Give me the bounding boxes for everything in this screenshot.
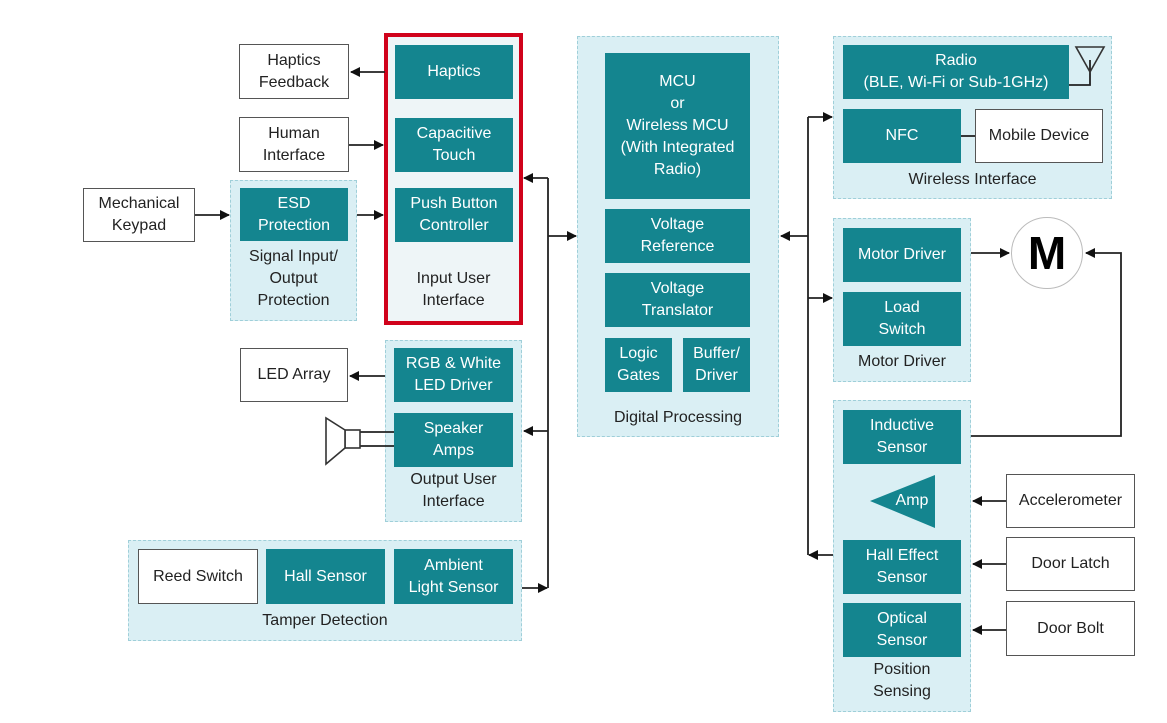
haptics-feedback-box: Haptics Feedback <box>239 44 349 99</box>
speaker-icon <box>325 416 361 466</box>
inductive-sensor-label: Inductive Sensor <box>869 417 935 456</box>
digital-processing-label: Digital Processing <box>613 409 743 426</box>
output-user-interface-label: Output User Interface <box>410 471 497 510</box>
led-driver-block: RGB & White LED Driver <box>394 348 513 402</box>
reed-switch-label: Reed Switch <box>153 567 243 585</box>
load-switch-label: Load Switch <box>878 299 926 338</box>
speaker-amps-block: Speaker Amps <box>394 413 513 467</box>
tamper-detection-label: Tamper Detection <box>262 612 388 629</box>
haptics-label: Haptics <box>427 63 481 80</box>
mcu-label: MCU or Wireless MCU (With Integrated Rad… <box>620 73 735 178</box>
mechanical-keypad-label: Mechanical Keypad <box>98 195 180 234</box>
led-array-box: LED Array <box>240 348 348 402</box>
ambient-light-sensor-label: Ambient Light Sensor <box>408 556 499 596</box>
mobile-device-label: Mobile Device <box>988 127 1090 144</box>
mobile-device-box: Mobile Device <box>975 109 1103 163</box>
voltage-reference-label: Voltage Reference <box>640 216 715 255</box>
block-diagram: Haptics Feedback Human Interface Mechani… <box>0 0 1167 723</box>
buffer-driver-label: Buffer/ Driver <box>693 345 740 384</box>
logic-gates-label: Logic Gates <box>617 345 660 384</box>
hall-sensor-label: Hall Sensor <box>284 567 367 585</box>
ambient-light-sensor-block: Ambient Light Sensor <box>394 549 513 604</box>
door-latch-label: Door Latch <box>1031 555 1110 572</box>
motor-driver-block: Motor Driver <box>843 228 961 282</box>
optical-sensor-label: Optical Sensor <box>876 610 928 649</box>
input-user-interface-label: Input User Interface <box>416 270 491 309</box>
haptics-block: Haptics <box>395 45 513 99</box>
human-interface-label: Human Interface <box>262 124 326 164</box>
hall-effect-sensor-block: Hall Effect Sensor <box>843 540 961 594</box>
buffer-driver-block: Buffer/ Driver <box>683 338 750 392</box>
accelerometer-box: Accelerometer <box>1006 474 1135 528</box>
esd-protection-block: ESD Protection <box>240 188 348 241</box>
load-switch-block: Load Switch <box>843 292 961 346</box>
logic-gates-block: Logic Gates <box>605 338 672 392</box>
motor-driver-block-label: Motor Driver <box>857 246 946 263</box>
nfc-label: NFC <box>885 127 919 144</box>
capacitive-touch-label: Capacitive Touch <box>416 125 492 164</box>
door-bolt-box: Door Bolt <box>1006 601 1135 656</box>
voltage-translator-block: Voltage Translator <box>605 273 750 327</box>
wireless-interface-label: Wireless Interface <box>908 171 1037 188</box>
speaker-amps-label: Speaker Amps <box>423 420 484 459</box>
mcu-block: MCU or Wireless MCU (With Integrated Rad… <box>605 53 750 199</box>
esd-protection-label: ESD Protection <box>257 194 331 234</box>
nfc-block: NFC <box>843 109 961 163</box>
position-sensing-label: Position Sensing <box>873 661 931 700</box>
led-array-label: LED Array <box>257 366 331 383</box>
radio-label: Radio (BLE, Wi-Fi or Sub-1GHz) <box>863 52 1049 91</box>
haptics-feedback-label: Haptics Feedback <box>258 51 330 91</box>
hall-sensor-block: Hall Sensor <box>266 549 385 604</box>
mechanical-keypad-box: Mechanical Keypad <box>83 188 195 242</box>
inductive-sensor-block: Inductive Sensor <box>843 410 961 464</box>
amp-label: Amp <box>895 492 929 509</box>
led-driver-label: RGB & White LED Driver <box>405 355 502 394</box>
voltage-translator-label: Voltage Translator <box>641 280 714 319</box>
capacitive-touch-block: Capacitive Touch <box>395 118 513 172</box>
motor-icon: M <box>1011 217 1083 289</box>
motor-driver-group-label: Motor Driver <box>857 353 946 370</box>
hall-effect-sensor-label: Hall Effect Sensor <box>865 547 939 586</box>
human-interface-box: Human Interface <box>239 117 349 172</box>
voltage-reference-block: Voltage Reference <box>605 209 750 263</box>
optical-sensor-block: Optical Sensor <box>843 603 961 657</box>
radio-block: Radio (BLE, Wi-Fi or Sub-1GHz) <box>843 45 1069 99</box>
accelerometer-label: Accelerometer <box>1018 492 1123 509</box>
signal-protection-label: Signal Input/ Output Protection <box>249 248 338 309</box>
door-latch-box: Door Latch <box>1006 537 1135 591</box>
push-button-controller-label: Push Button Controller <box>410 195 498 234</box>
reed-switch-box: Reed Switch <box>138 549 258 604</box>
push-button-controller-block: Push Button Controller <box>395 188 513 242</box>
door-bolt-label: Door Bolt <box>1037 619 1104 637</box>
